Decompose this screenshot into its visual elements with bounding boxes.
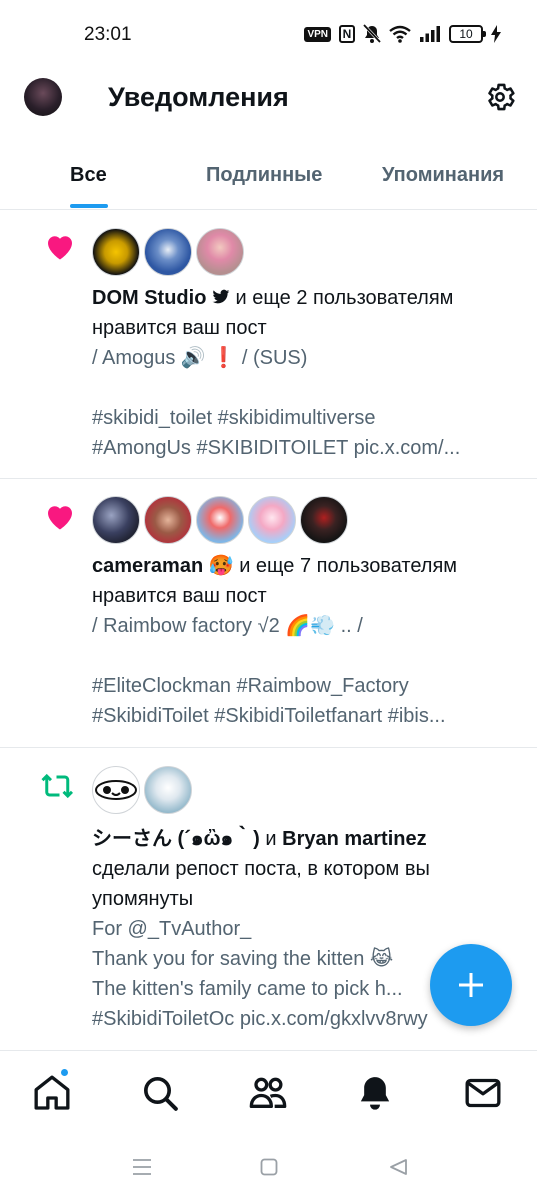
bottom-navigation xyxy=(0,1050,537,1134)
compose-button[interactable] xyxy=(430,944,512,1026)
status-time: 23:01 xyxy=(84,24,132,45)
post-preview-line: #skibidi_toilet #skibidimultiverse xyxy=(92,407,376,429)
post-preview-line: #EliteClockman #Raimbow_Factory xyxy=(92,675,409,697)
tab-verified[interactable]: Подлинные xyxy=(206,164,322,187)
signal-icon xyxy=(420,26,440,42)
home-unread-dot xyxy=(60,1068,69,1077)
battery-icon: 10 xyxy=(449,25,486,43)
wifi-icon xyxy=(389,25,411,43)
messages-icon[interactable] xyxy=(463,1073,503,1113)
post-preview-line: #SkibidiToilet #SkibidiToiletfanart #ibi… xyxy=(92,705,446,727)
avatar[interactable] xyxy=(92,228,140,276)
vpn-icon: VPN xyxy=(304,26,331,42)
avatar[interactable] xyxy=(92,766,140,814)
back-icon[interactable] xyxy=(388,1158,408,1176)
actor-name[interactable]: DOM Studio xyxy=(92,287,206,309)
avatar[interactable] xyxy=(300,496,348,544)
heart-icon xyxy=(48,236,72,260)
avatar[interactable] xyxy=(92,496,140,544)
communities-icon[interactable] xyxy=(248,1073,288,1113)
avatar[interactable] xyxy=(196,228,244,276)
post-preview-line: #AmongUs #SKIBIDITOILET pic.x.com/... xyxy=(92,437,461,459)
recents-icon[interactable] xyxy=(132,1158,152,1176)
app-header: Уведомления xyxy=(0,66,537,132)
status-icons: VPN N 10 xyxy=(304,22,501,46)
avatar[interactable] xyxy=(144,228,192,276)
actor-name[interactable]: シーさん (´๑ὢ๑｀) xyxy=(92,828,260,850)
actor-name[interactable]: cameraman 🥵 xyxy=(92,555,234,577)
post-preview-line: For @_TvAuthor_ xyxy=(92,918,252,940)
notification-tabs: Все Подлинные Упоминания xyxy=(0,140,537,210)
twitter-bird-icon xyxy=(212,289,230,304)
status-bar: 23:01 VPN N 10 xyxy=(0,0,537,66)
notification-text: シーさん (´๑ὢ๑｀) и Bryan martinez сделали ре… xyxy=(92,824,522,914)
tab-active-indicator xyxy=(70,204,108,208)
notification-action: сделали репост поста, в котором вы упомя… xyxy=(92,858,430,910)
repost-icon xyxy=(41,773,73,799)
actor-avatars xyxy=(92,228,244,276)
gear-icon[interactable] xyxy=(483,80,517,114)
actor-avatars xyxy=(92,496,348,544)
page-title: Уведомления xyxy=(108,82,289,112)
post-preview-line: / Raimbow factory √2 🌈💨 .. / xyxy=(92,615,363,637)
post-preview-line: / Amogus 🔊 ❗ / (SUS) xyxy=(92,347,308,369)
avatar[interactable] xyxy=(248,496,296,544)
notification-conjunction: и xyxy=(259,828,283,850)
plus-icon xyxy=(459,973,483,997)
notification-text: DOM Studio и еще 2 пользователям нравитс… xyxy=(92,283,522,343)
search-icon[interactable] xyxy=(140,1073,180,1113)
heart-icon xyxy=(48,506,72,530)
notification-item[interactable]: DOM Studio и еще 2 пользователям нравитс… xyxy=(0,210,537,479)
tab-all[interactable]: Все xyxy=(70,164,107,187)
actor-name[interactable]: Bryan martinez xyxy=(282,828,427,850)
charging-icon xyxy=(491,25,501,43)
notification-text: cameraman 🥵 и еще 7 пользователям нравит… xyxy=(92,551,522,611)
home-icon[interactable] xyxy=(32,1073,72,1113)
avatar[interactable] xyxy=(196,496,244,544)
actor-avatars xyxy=(92,766,192,814)
avatar[interactable] xyxy=(144,496,192,544)
home-square-icon[interactable] xyxy=(260,1158,278,1176)
mute-bell-icon xyxy=(363,24,381,44)
avatar[interactable] xyxy=(144,766,192,814)
notifications-bell-icon[interactable] xyxy=(355,1073,395,1113)
face-avatar-icon xyxy=(95,780,137,800)
tab-mentions[interactable]: Упоминания xyxy=(382,164,504,187)
profile-avatar[interactable] xyxy=(24,78,62,116)
system-navigation xyxy=(0,1134,537,1200)
nfc-icon: N xyxy=(339,25,355,43)
notification-item[interactable]: cameraman 🥵 и еще 7 пользователям нравит… xyxy=(0,479,537,748)
